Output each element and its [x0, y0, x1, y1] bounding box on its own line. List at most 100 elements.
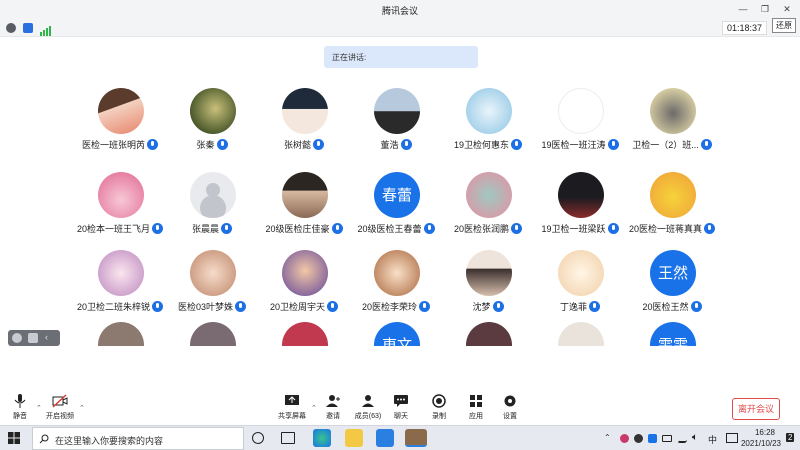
participant-tile[interactable] — [162, 314, 262, 346]
avatar — [98, 250, 144, 296]
record-button[interactable]: 录制 — [419, 394, 459, 421]
participant-name: 张晨晨 — [191, 224, 219, 234]
search-icon — [39, 434, 49, 444]
participant-name: 医检03叶梦姝 — [177, 302, 233, 312]
minimize-button[interactable]: — — [732, 0, 754, 19]
avatar: 王然 — [650, 250, 696, 296]
leave-meeting-button[interactable]: 离开会议 — [732, 398, 780, 420]
participant-tile[interactable] — [530, 314, 630, 346]
participant-name: 20级医检王春蕾 — [357, 224, 422, 234]
mic-icon — [700, 139, 712, 150]
participant-tile[interactable] — [438, 314, 538, 346]
avatar: 東文 — [374, 322, 420, 346]
signal-icon[interactable] — [40, 23, 52, 36]
participant-tile[interactable]: 東文 — [346, 314, 446, 346]
participant-tile[interactable]: 20医检一班蒋真真 — [622, 164, 722, 238]
taskbar-time[interactable]: 16:28 — [745, 428, 785, 437]
mic-icon — [221, 223, 232, 234]
meeting-window: 腾讯会议 — ❐ ✕ 01:18:37 还原 正在讲话: 医检一班张明芮 张秦 … — [0, 0, 800, 425]
volume-icon[interactable]: 🔈︎ — [692, 432, 698, 443]
status-bar — [0, 19, 800, 37]
emoji-icon[interactable] — [12, 333, 22, 343]
participant-name: 沈梦 — [472, 302, 491, 312]
participant-tile[interactable]: 卫检一（2）班... — [622, 80, 722, 154]
avatar — [282, 172, 328, 218]
windows-taskbar: 在这里输入你要搜索的内容 ⌃ 🔈︎ 中 16:28 2021/10/23 2 — [0, 425, 800, 450]
avatar — [374, 250, 420, 296]
participant-name: 董浩 — [380, 140, 399, 150]
participant-tile[interactable]: 王然 20医检王然 — [622, 242, 722, 316]
participant-name: 医检一班张明芮 — [81, 140, 145, 150]
cortana-icon[interactable] — [252, 432, 264, 444]
ime-indicator[interactable]: 中 — [708, 433, 717, 446]
meeting-timer: 01:18:37 — [721, 21, 767, 35]
battery-icon[interactable] — [662, 435, 672, 442]
avatar: 雯雯 — [650, 322, 696, 346]
notification-badge[interactable]: 2 — [786, 433, 795, 442]
avatar: 春蕾 — [374, 172, 420, 218]
info-icon[interactable] — [6, 23, 16, 33]
close-button[interactable]: ✕ — [776, 0, 798, 19]
mute-button[interactable]: 静音 — [0, 394, 40, 421]
mic-icon — [589, 301, 600, 312]
restore-button[interactable]: ❐ — [754, 0, 776, 19]
participant-name: 卫检一（2）班... — [632, 140, 699, 150]
participant-name: 20卫检二班朱梓锐 — [76, 302, 150, 312]
tray-qq-icon[interactable] — [634, 434, 643, 443]
avatar — [650, 172, 696, 218]
tencent-meeting-taskbar-icon[interactable] — [376, 429, 394, 447]
gear-icon — [504, 395, 516, 407]
avatar — [466, 88, 512, 134]
avatar — [374, 88, 420, 134]
participant-name: 19医检一班汪涛 — [541, 140, 606, 150]
avatar — [558, 88, 604, 134]
avatar — [282, 250, 328, 296]
video-options-caret[interactable]: ⌃ — [79, 404, 85, 412]
chat-button[interactable]: 聊天 — [381, 394, 421, 421]
task-view-icon[interactable] — [281, 432, 295, 444]
participant-tile[interactable] — [70, 314, 170, 346]
photo-app-taskbar-icon[interactable] — [405, 429, 427, 447]
taskbar-date[interactable]: 2021/10/23 — [733, 439, 789, 448]
record-icon — [432, 394, 446, 408]
mic-icon — [313, 139, 324, 150]
participant-grid: 医检一班张明芮 张秦 张树懿 董浩 19卫检何惠东 19医检一班汪涛 卫检一（2… — [0, 80, 800, 346]
apps-icon — [470, 395, 482, 407]
avatar — [650, 88, 696, 134]
taskbar-search-box[interactable]: 在这里输入你要搜索的内容 — [32, 427, 244, 450]
participant-tile[interactable]: 雯雯 — [622, 314, 722, 346]
participant-tile[interactable] — [254, 314, 354, 346]
avatar — [558, 172, 604, 218]
tray-meeting-icon[interactable] — [648, 434, 657, 443]
share-screen-button[interactable]: 共享屏幕 — [272, 394, 312, 421]
participant-name: 20卫检周宇天 — [269, 302, 325, 312]
tray-app-icon[interactable] — [620, 434, 629, 443]
edge-browser-icon[interactable] — [313, 429, 331, 447]
shield-icon[interactable] — [23, 23, 33, 33]
participant-name: 20医检王然 — [642, 302, 689, 312]
avatar — [190, 250, 236, 296]
tray-expand-icon[interactable]: ⌃ — [604, 433, 611, 442]
microphone-icon — [14, 394, 26, 408]
settings-button[interactable]: 设置 — [490, 394, 530, 421]
avatar — [282, 322, 328, 346]
participant-name: 20医检张润鹏 — [453, 224, 509, 234]
floating-view-controls[interactable]: ‹ — [8, 330, 60, 346]
mic-icon — [400, 139, 412, 150]
invite-icon — [326, 395, 340, 407]
meeting-toolbar: 静音 ⌃ 开启视频 ⌃ 共享屏幕 ⌃ 邀请 成员(63) 聊天 录制 应用 设置 — [0, 390, 800, 425]
file-explorer-icon[interactable] — [345, 429, 363, 447]
chat-bubble-icon[interactable] — [28, 333, 38, 343]
participant-name: 20检本一班王飞月 — [76, 224, 150, 234]
windows-start-icon[interactable] — [8, 432, 20, 444]
invite-button[interactable]: 邀请 — [313, 394, 353, 421]
avatar — [98, 322, 144, 346]
video-off-icon — [52, 394, 68, 408]
video-button[interactable]: 开启视频 — [40, 394, 80, 421]
avatar — [466, 250, 512, 296]
participant-name: 丁逸菲 — [559, 302, 587, 312]
window-title: 腾讯会议 — [381, 6, 418, 16]
collapse-arrow-icon[interactable]: ‹ — [45, 332, 55, 342]
wifi-icon[interactable] — [677, 434, 687, 443]
avatar — [466, 172, 512, 218]
